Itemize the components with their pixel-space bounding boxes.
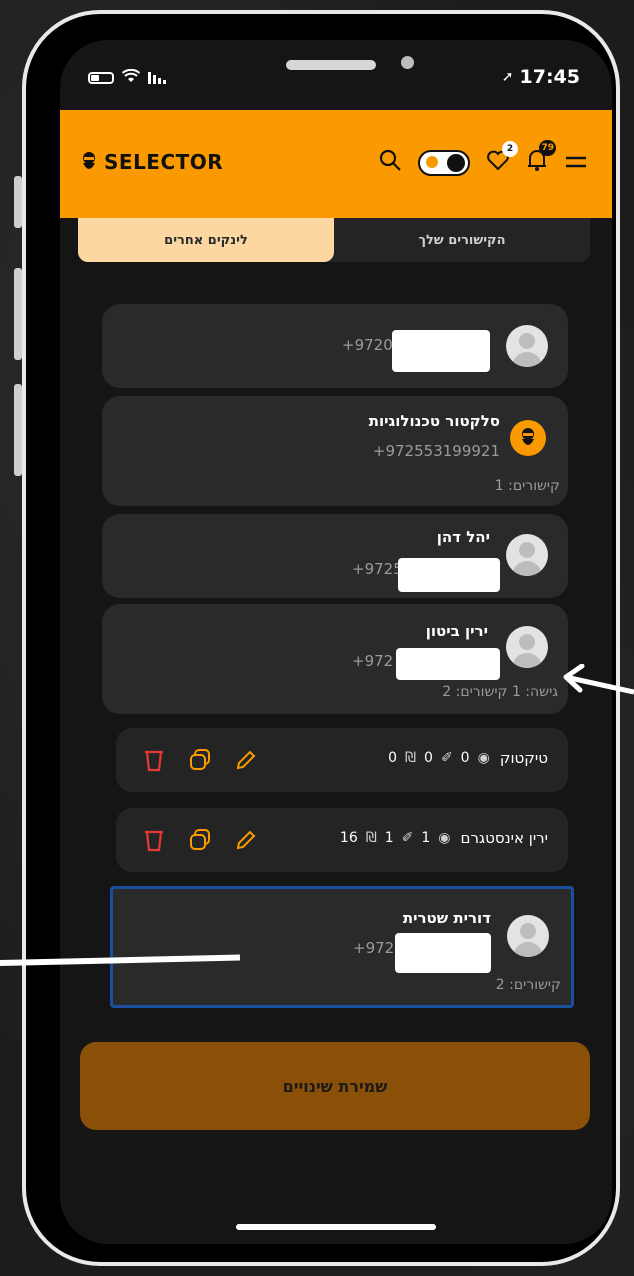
link-card[interactable]: טיקטוק 0 ₪ 0 ✐ 0 ◉ [116, 728, 568, 792]
redacted-phone [396, 648, 500, 680]
link-row: טיקטוק 0 ₪ 0 ✐ 0 ◉ [388, 749, 548, 767]
status-time: ➚ 17:45 [502, 66, 580, 88]
views-value: 0 [460, 750, 470, 766]
sun-icon [426, 156, 438, 168]
contact-name: דורית שטרית [402, 909, 491, 927]
contact-name: יהל דהן [436, 528, 490, 546]
currency-symbol: ₪ [365, 830, 377, 846]
contact-card[interactable]: +9720 [102, 304, 568, 388]
copy-icon[interactable] [188, 828, 212, 852]
edit-icon[interactable] [234, 748, 258, 772]
link-stats: 16 ₪ 1 ✐ 1 ◉ [340, 830, 451, 846]
location-arrow-icon: ➚ [501, 69, 514, 85]
clock: 17:45 [519, 66, 580, 88]
app-header: SELECTOR 2 79 [60, 110, 612, 218]
eye-icon: ◉ [438, 830, 451, 846]
redacted-phone [395, 933, 491, 973]
redacted-phone [398, 558, 500, 592]
contact-card[interactable]: יהל דהן +9725 [102, 514, 568, 598]
ticket-icon: ✐ [401, 830, 414, 846]
annotation-arrow [563, 664, 634, 695]
views-value: 1 [421, 830, 431, 846]
link-card[interactable]: ירין אינסטגרם 16 ₪ 1 ✐ 1 ◉ [116, 808, 568, 872]
avatar [507, 915, 549, 957]
contact-phone: +972 [352, 652, 394, 670]
link-actions [142, 748, 258, 772]
revenue-value: 0 [388, 750, 398, 766]
delete-icon[interactable] [142, 748, 166, 772]
clicks-value: 0 [424, 750, 433, 766]
clicks-value: 1 [384, 830, 394, 846]
brand-avatar [510, 420, 546, 456]
volume-up-button [14, 268, 22, 360]
contact-meta: קישורים: 2 [495, 977, 561, 993]
menu-icon[interactable] [564, 151, 588, 176]
redacted-phone [392, 330, 490, 372]
home-indicator[interactable] [236, 1224, 436, 1230]
toggle-knob [447, 154, 465, 172]
save-changes-button[interactable]: שמירת שינויים [80, 1042, 590, 1130]
ticket-icon: ✐ [440, 750, 453, 766]
app-screen: ➚ 17:45 SELECTOR 2 79 לינקים אחרים הקישו… [60, 40, 612, 1244]
link-stats: 0 ₪ 0 ✐ 0 ◉ [388, 750, 490, 766]
avatar [506, 626, 548, 668]
status-bar: ➚ 17:45 [60, 40, 612, 110]
header-actions: 2 79 [378, 140, 588, 178]
link-actions [142, 828, 258, 852]
link-row: ירין אינסטגרם 16 ₪ 1 ✐ 1 ◉ [340, 829, 548, 847]
search-icon[interactable] [378, 148, 402, 178]
logo-text: SELECTOR [104, 150, 224, 174]
battery-icon [88, 71, 114, 84]
link-title: טיקטוק [499, 749, 548, 767]
contact-meta: קישורים: 1 [494, 478, 560, 494]
avatar [506, 534, 548, 576]
theme-toggle[interactable] [418, 150, 470, 176]
contact-card-selected[interactable]: דורית שטרית +972 קישורים: 2 [110, 886, 574, 1008]
silent-switch [14, 176, 22, 228]
contact-phone: +972 [353, 939, 395, 957]
signal-icon [148, 71, 166, 84]
edit-icon[interactable] [234, 828, 258, 852]
delete-icon[interactable] [142, 828, 166, 852]
avatar [506, 325, 548, 367]
copy-icon[interactable] [188, 748, 212, 772]
contact-phone: +972553199921 [372, 442, 500, 460]
contact-card[interactable]: סלקטור טכנולוגיות +972553199921 קישורים:… [102, 396, 568, 506]
revenue-value: 16 [339, 830, 358, 846]
currency-symbol: ₪ [405, 750, 417, 766]
front-camera [401, 56, 414, 69]
link-title: ירין אינסטגרם [460, 829, 548, 847]
volume-down-button [14, 384, 22, 476]
status-icons [88, 68, 166, 87]
contact-phone: +9720 [342, 336, 393, 354]
eye-icon: ◉ [477, 750, 490, 766]
tab-your-links[interactable]: הקישורים שלך [334, 218, 590, 262]
contact-card[interactable]: ירין ביטון +972 גישה: 1 קישורים: 2 [102, 604, 568, 714]
notifications-badge: 79 [539, 140, 556, 156]
wifi-icon [121, 68, 141, 87]
tab-other-links[interactable]: לינקים אחרים [78, 218, 334, 262]
speaker-grille [286, 60, 376, 70]
contact-phone: +9725 [352, 560, 403, 578]
brand-avatar-icon [522, 428, 534, 445]
heart-icon[interactable]: 2 [486, 141, 518, 177]
likes-badge: 2 [502, 141, 518, 157]
logo-icon [83, 152, 95, 169]
contact-name: סלקטור טכנולוגיות [368, 412, 500, 430]
contact-meta: גישה: 1 קישורים: 2 [442, 684, 558, 700]
contact-name: ירין ביטון [425, 622, 488, 640]
bell-icon[interactable]: 79 [526, 140, 556, 178]
logo[interactable]: SELECTOR [80, 150, 223, 174]
tab-bar: לינקים אחרים הקישורים שלך [78, 218, 590, 262]
